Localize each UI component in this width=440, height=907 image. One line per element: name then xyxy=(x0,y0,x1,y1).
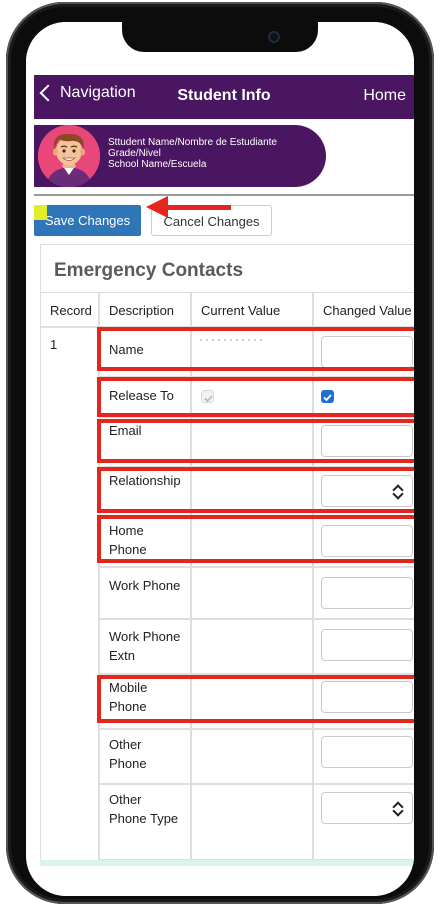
row-work-phone-description: Work Phone xyxy=(99,567,191,619)
highlight-box-email xyxy=(97,419,414,463)
row-work-phone-extn-changed xyxy=(313,619,414,674)
section-title: Emergency Contacts xyxy=(54,260,244,281)
notch xyxy=(122,22,318,52)
highlight-box-home-phone xyxy=(97,515,414,563)
student-name-label: Sttudent Name/Nombre de Estudiante xyxy=(108,137,277,148)
row-other-phone-current xyxy=(191,729,313,784)
other-phone-input[interactable] xyxy=(321,736,413,768)
page-title: Student Info xyxy=(177,87,271,104)
work-phone-input[interactable] xyxy=(321,577,413,609)
header-record: Record xyxy=(40,292,99,327)
row-other-phone-type-current xyxy=(191,784,313,860)
save-changes-button[interactable]: Save Changes xyxy=(34,205,141,236)
highlight-box-relationship xyxy=(97,467,414,513)
row-work-phone-extn-current xyxy=(191,619,313,674)
row-other-phone-changed xyxy=(313,729,414,784)
row-work-phone-current xyxy=(191,567,313,619)
navigation-bar: Navigation Student Info Home xyxy=(34,75,414,119)
home-link[interactable]: Home xyxy=(363,87,406,105)
divider xyxy=(34,194,414,196)
avatar xyxy=(38,125,100,187)
camera-icon xyxy=(268,31,280,43)
row-work-phone-changed xyxy=(313,567,414,619)
highlight-box-mobile-phone xyxy=(97,675,414,723)
header-description: Description xyxy=(99,292,191,327)
click-highlight xyxy=(34,205,47,220)
row-other-phone-description: Other Phone xyxy=(99,729,191,784)
record-cell: 1 xyxy=(40,327,99,863)
phone-screen: Navigation Student Info Home Sttudent Na… xyxy=(26,22,414,896)
annotation-arrow-shaft xyxy=(166,205,231,210)
school-name-label: School Name/Escuela xyxy=(108,159,207,170)
avatar-face-icon xyxy=(38,125,100,187)
row-work-phone-extn-description: Work Phone Extn xyxy=(99,619,191,674)
other-phone-type-select[interactable] xyxy=(321,792,413,824)
table-bottom-band xyxy=(40,860,414,866)
header-current-value: Current Value xyxy=(191,292,313,327)
header-changed-value: Changed Value xyxy=(313,292,414,327)
student-banner: Sttudent Name/Nombre de Estudiante Grade… xyxy=(34,125,326,187)
student-info-text: Sttudent Name/Nombre de Estudiante Grade… xyxy=(108,137,277,170)
highlight-box-release xyxy=(97,377,414,417)
highlight-box-name xyxy=(97,327,414,371)
row-other-phone-type-description: Other Phone Type xyxy=(99,784,191,860)
grade-label: Grade/Nivel xyxy=(108,148,161,159)
row-other-phone-type-changed xyxy=(313,784,414,860)
work-phone-extn-input[interactable] xyxy=(321,629,413,661)
annotation-arrow-icon xyxy=(146,196,168,218)
home-indicator xyxy=(158,888,282,892)
